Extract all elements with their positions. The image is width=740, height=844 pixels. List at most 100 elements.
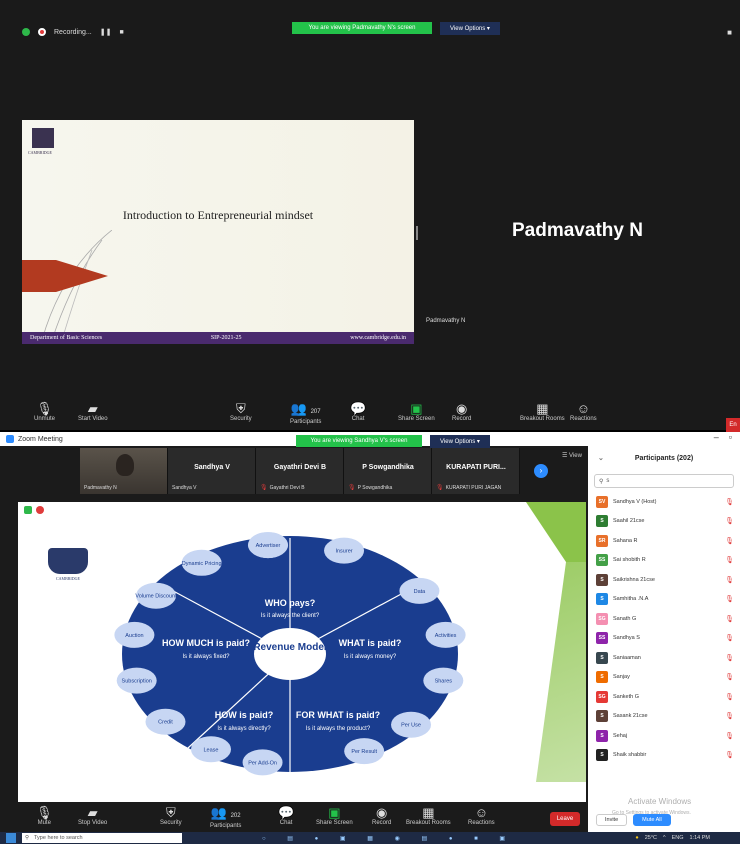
participant-row[interactable]: SG Sanketh G 🎙 (588, 687, 740, 707)
shield-icon: ⛨ (235, 401, 246, 416)
mic-muted-icon[interactable]: 🎙 (725, 615, 734, 623)
participant-row[interactable]: SR Sahana R 🎙 (588, 531, 740, 551)
mic-muted-icon[interactable]: 🎙 (725, 498, 734, 506)
participant-row[interactable]: S Saahil 21cse 🎙 (588, 512, 740, 532)
participants-button-2[interactable]: 👥 202 Participants (210, 806, 241, 830)
temperature: 25°C (644, 835, 657, 841)
stop-recording-icon[interactable]: ■ (119, 29, 123, 36)
splitter-handle[interactable] (416, 226, 418, 240)
mic-muted-icon[interactable]: 🎙 (725, 712, 734, 720)
stop-video-button[interactable]: ▰ Stop Video (78, 806, 107, 827)
breakout-rooms-button-2[interactable]: ▦ Breakout Rooms (406, 806, 451, 827)
q1-sub: Is it always the client? (261, 613, 320, 619)
leave-button[interactable]: Leave (550, 812, 580, 826)
participant-search-input[interactable]: ⚲ s (594, 474, 734, 488)
mic-muted-icon[interactable]: 🎙 (725, 537, 734, 545)
participant-row[interactable]: S Shaik shabbir 🎙 (588, 746, 740, 766)
taskbar-search-input[interactable]: ⚲ Type here to search (22, 833, 182, 843)
video-thumb-padmavathy[interactable]: Padmavathy N (80, 448, 168, 494)
thumb-sub-label: Padmavathy N (84, 485, 117, 491)
video-thumb-sandhya[interactable]: Sandhya V Sandhya V (168, 448, 256, 494)
reactions-button-2[interactable]: ☺ Reactions (468, 806, 495, 827)
mute-all-button[interactable]: Mute All (633, 814, 671, 826)
avatar: SS (596, 632, 608, 645)
participant-row[interactable]: S Sanjay 🎙 (588, 668, 740, 688)
minimize-icon[interactable]: – (714, 432, 719, 442)
q4-sub: Is it always directly? (217, 726, 271, 732)
next-page-arrow-icon[interactable]: › (534, 464, 548, 478)
pause-recording-icon[interactable]: ❚❚ (100, 28, 112, 36)
participant-row[interactable]: SG Sanath G 🎙 (588, 609, 740, 629)
video-thumb-kurapati[interactable]: KURAPATI PURI... 🎙 KURAPATI PURI JAGAN (432, 448, 520, 494)
chat-button[interactable]: 💬 Chat (350, 402, 366, 423)
mic-muted-icon[interactable]: 🎙 (725, 673, 734, 681)
recording-indicator[interactable]: Recording... ❚❚ ■ (22, 28, 124, 36)
chevron-up-icon[interactable]: ^ (663, 835, 666, 841)
q2-sub: Is it always money? (344, 654, 397, 660)
revenue-node-label: Shares (435, 679, 453, 685)
mic-muted-icon[interactable]: 🎙 (725, 595, 734, 603)
participant-row[interactable]: S Sehaj 🎙 (588, 726, 740, 746)
participant-row[interactable]: S Saniaaman 🎙 (588, 648, 740, 668)
top-meeting-toolbar: 🎙 Unmute ▰ Start Video ⛨ Security 👥 207 Part… (0, 402, 740, 430)
chat-button-2[interactable]: 💬 Chat (278, 806, 294, 827)
mute-button[interactable]: 🎙 Mute (36, 805, 53, 827)
thumb-sub-label: KURAPATI PURI JAGAN (445, 484, 502, 491)
slide-footer: Department of Basic Sciences SIP-2021-25… (22, 332, 414, 344)
weather-icon[interactable]: ● (635, 835, 638, 841)
q4-title: HOW is paid? (215, 710, 274, 720)
more-icon[interactable]: ■ (727, 28, 732, 37)
mic-muted-icon[interactable]: 🎙 (725, 693, 734, 701)
unmute-button[interactable]: 🎙 Unmute (34, 402, 55, 423)
mic-muted-icon[interactable]: 🎙 (725, 576, 734, 584)
breakout-rooms-button[interactable]: ▦ Breakout Rooms (520, 402, 565, 423)
record-button-2[interactable]: ◉ Record (372, 806, 391, 827)
thumb-name: Gayathri Devi B (273, 464, 327, 471)
revenue-model-diagram: Revenue Model WHO pays? Is it always the… (114, 532, 466, 776)
view-options-button-2[interactable]: View Options ▾ (430, 435, 490, 448)
maximize-icon[interactable]: ▫ (729, 432, 732, 442)
revenue-node-label: Activities (435, 633, 457, 639)
participant-name: Sanketh G (613, 693, 639, 700)
system-tray: ● 25°C ^ ENG 1:14 PM (635, 835, 710, 841)
participant-row[interactable]: SS Sai shobith R 🎙 (588, 551, 740, 571)
video-thumb-sowgandhika[interactable]: P Sowgandhika 🎙 P Sowgandhika (344, 448, 432, 494)
mic-muted-icon[interactable]: 🎙 (725, 732, 734, 740)
mic-muted-icon[interactable]: 🎙 (725, 517, 734, 525)
participants-list: SV Sandhya V (Host) 🎙 S Saahil 21cse 🎙 SR Sahan… (588, 492, 740, 765)
participant-row[interactable]: SV Sandhya V (Host) 🎙 (588, 492, 740, 512)
clock[interactable]: 1:14 PM (690, 835, 710, 841)
view-button[interactable]: ☰ View (562, 452, 582, 459)
windows-start-icon[interactable] (6, 833, 16, 843)
participant-row[interactable]: S Sasank 21cse 🎙 (588, 707, 740, 727)
chevron-down-icon[interactable]: ⌄ (598, 454, 604, 462)
share-screen-button[interactable]: ▣ Share Screen (398, 402, 435, 423)
security-button[interactable]: ⛨ Security (230, 401, 252, 423)
video-thumb-gayathri[interactable]: Gayathri Devi B 🎙 Gayathri Devi B (256, 448, 344, 494)
participant-row[interactable]: S Samhitha .N.A 🎙 (588, 590, 740, 610)
top-zoom-window: Recording... ❚❚ ■ You are viewing Padmav… (0, 0, 740, 432)
svg-text:Revenue Model: Revenue Model (253, 642, 327, 653)
participants-button[interactable]: 👥 207 Participants (290, 402, 321, 426)
invite-button[interactable]: Invite (596, 814, 628, 826)
record-button[interactable]: ◉ Record (452, 402, 471, 423)
view-options-button[interactable]: View Options ▾ (440, 22, 500, 35)
mic-muted-icon[interactable]: 🎙 (725, 654, 734, 662)
language[interactable]: ENG (672, 835, 684, 841)
start-video-button[interactable]: ▰ Start Video (78, 402, 108, 423)
window-controls: – ▫ (714, 432, 732, 442)
security-button-2[interactable]: ⛨ Security (160, 806, 182, 827)
participant-name: Sasank 21cse (613, 713, 648, 720)
mic-muted-icon[interactable]: 🎙 (725, 634, 734, 642)
participant-row[interactable]: S Saikrishna 21cse 🎙 (588, 570, 740, 590)
end-button[interactable]: En (726, 418, 740, 432)
mic-icon: 🎙 (36, 805, 53, 820)
reactions-button[interactable]: ☺ Reactions (570, 402, 597, 423)
share-screen-button-2[interactable]: ▣ Share Screen (316, 806, 353, 827)
mic-muted-icon[interactable]: 🎙 (725, 556, 734, 564)
q3-title: FOR WHAT is paid? (296, 710, 380, 720)
revenue-node-label: Per Result (351, 749, 377, 755)
taskbar-app-icons[interactable]: ○ ▤ ● ▣ ▦ ◉ ▤ ● ■ ▣ (262, 835, 515, 842)
participant-row[interactable]: SS Sandhya S 🎙 (588, 629, 740, 649)
mic-muted-icon[interactable]: 🎙 (725, 751, 734, 759)
